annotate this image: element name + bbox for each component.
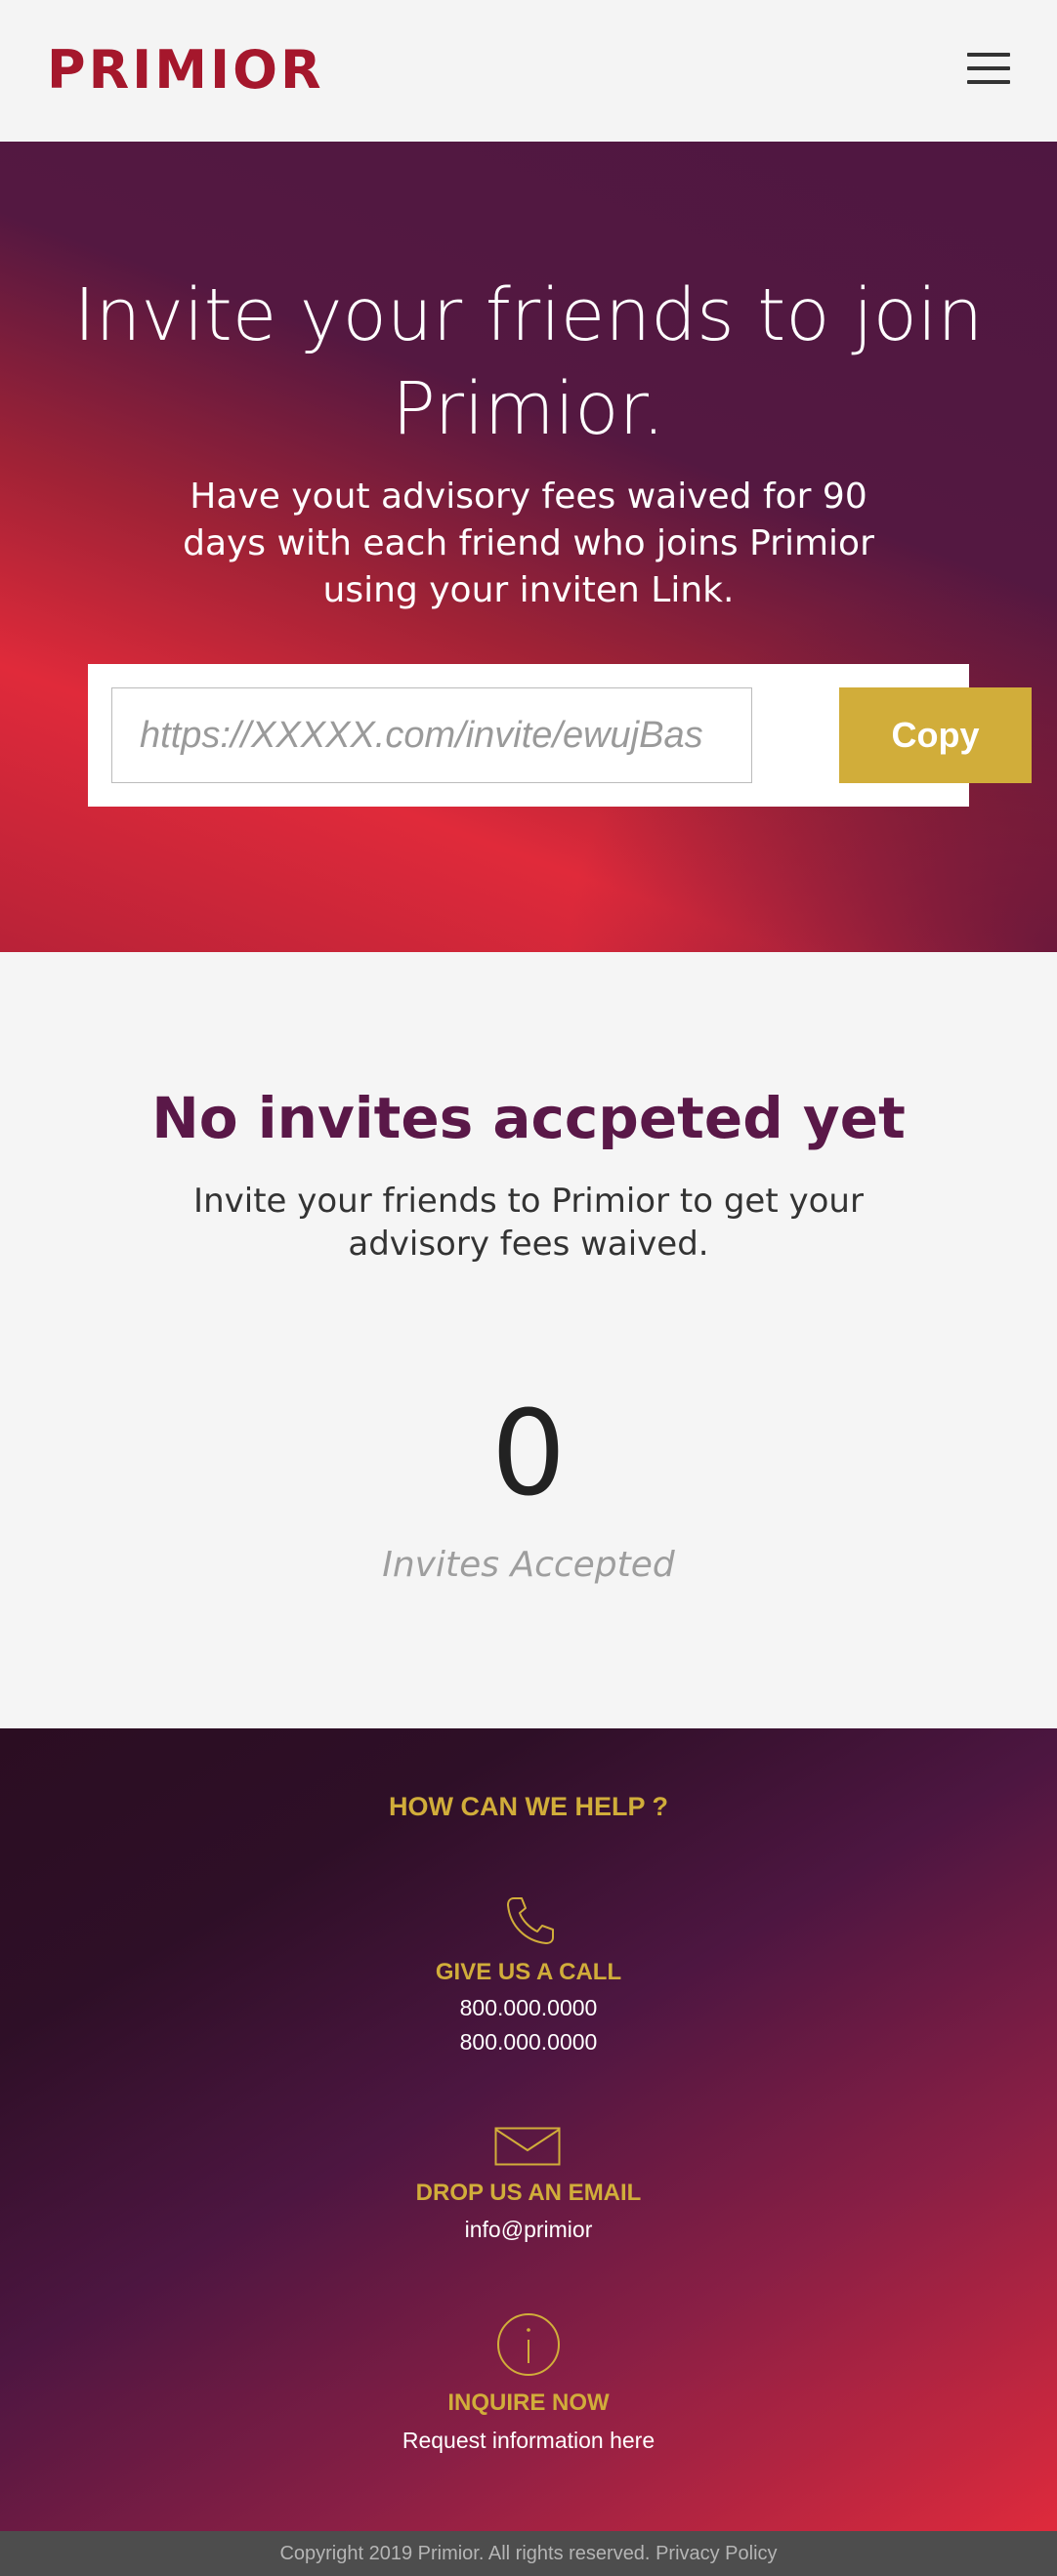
hero-title: Invite your friends to join Primior.	[73, 273, 984, 451]
invite-link-box: Copy	[88, 664, 1032, 807]
primior-logo[interactable]: PRIMIOR	[47, 41, 324, 100]
privacy-policy-link[interactable]: Privacy Policy	[655, 2543, 777, 2564]
hamburger-menu-icon[interactable]	[967, 49, 1010, 88]
invites-status-text: Invite your friends to Primior to get yo…	[193, 1182, 864, 1264]
invites-accepted-label: Invites Accepted	[382, 1545, 675, 1585]
email-heading: DROP US AN EMAIL	[415, 2180, 642, 2206]
call-heading: GIVE US A CALL	[435, 1959, 622, 1985]
copy-button[interactable]: Copy	[839, 687, 1032, 783]
help-footer: HOW CAN WE HELP ? GIVE US A CALL 800.000…	[0, 1728, 1057, 2531]
hero-subtitle: Have yout advisory fees waived for 90 da…	[183, 477, 874, 610]
invite-hero: Invite your friends to join Primior. Hav…	[0, 142, 1057, 952]
phone-icon[interactable]	[504, 1894, 557, 1947]
help-title: HOW CAN WE HELP ?	[389, 1792, 668, 1821]
invites-status-title: No invites accpeted yet	[151, 1085, 906, 1151]
envelope-icon[interactable]	[494, 2127, 561, 2166]
info-icon[interactable]	[496, 2312, 561, 2377]
email-address[interactable]: info@primior	[0, 2214, 1057, 2245]
invites-accepted-count: 0	[490, 1387, 567, 1522]
invite-link-input[interactable]	[111, 687, 752, 783]
copyright-bar: Copyright 2019 Primior. All rights reser…	[0, 2531, 1057, 2576]
site-header: PRIMIOR	[0, 0, 1057, 142]
inquire-heading: INQUIRE NOW	[447, 2389, 610, 2416]
copyright-text: Copyright 2019 Primior. All rights reser…	[279, 2543, 651, 2564]
phone-number[interactable]: 800.000.0000	[0, 2026, 1057, 2057]
request-info-link[interactable]: Request information here	[0, 2425, 1057, 2456]
menu-bar	[967, 80, 1010, 84]
menu-bar	[967, 53, 1010, 57]
phone-number[interactable]: 800.000.0000	[0, 1992, 1057, 2023]
menu-bar	[967, 66, 1010, 70]
